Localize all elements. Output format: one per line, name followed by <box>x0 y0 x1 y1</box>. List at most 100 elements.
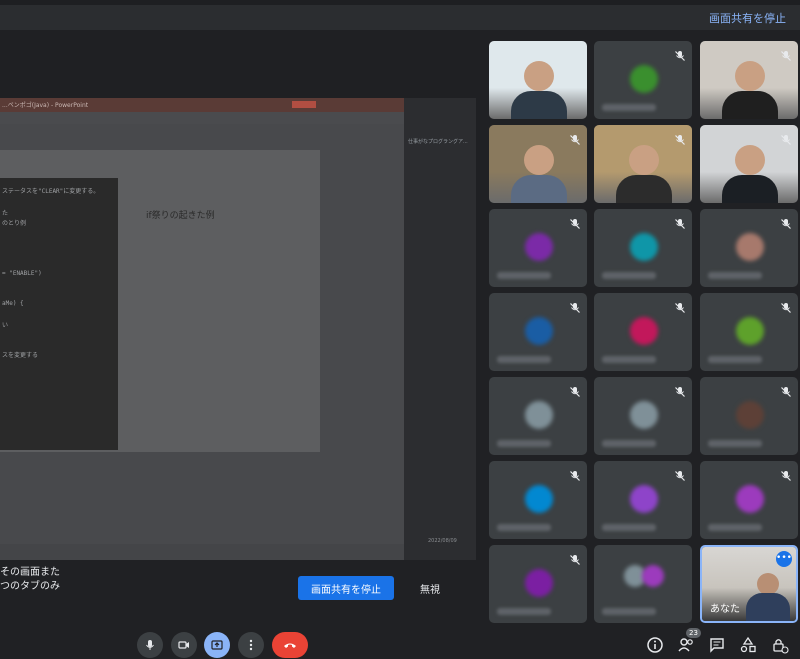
participant-name-blurred <box>602 356 656 363</box>
participant-tile[interactable]: あなた ••• <box>700 545 798 623</box>
stop-sharing-link[interactable]: 画面共有を停止 <box>709 10 786 26</box>
participant-tile[interactable] <box>489 209 587 287</box>
shared-powerpoint-window: ...ペンポゴ(Java) - PowerPoint ステータスを"CLEAR"… <box>0 98 404 560</box>
mic-off-icon <box>569 551 581 565</box>
participant-name-blurred <box>497 440 551 447</box>
camera-icon <box>178 641 189 649</box>
participant-head <box>735 145 765 175</box>
participant-avatar <box>525 569 553 597</box>
more-vert-icon <box>249 639 253 651</box>
participant-avatar <box>630 233 658 261</box>
more-horiz-icon[interactable]: ••• <box>776 551 792 567</box>
participant-tile[interactable] <box>700 377 798 455</box>
participant-tile[interactable] <box>594 377 692 455</box>
participant-tile[interactable] <box>594 125 692 203</box>
participant-name-blurred <box>497 608 551 615</box>
mic-off-icon <box>780 299 792 313</box>
present-screen-icon <box>211 640 223 650</box>
participant-avatar <box>525 233 553 261</box>
participant-name-blurred <box>602 104 656 111</box>
mic-off-icon <box>674 299 686 313</box>
participant-name-blurred <box>708 440 762 447</box>
participant-tile[interactable] <box>700 125 798 203</box>
mic-off-icon <box>674 47 686 61</box>
participant-name-blurred <box>708 272 762 279</box>
ppt-window-title: ...ペンポゴ(Java) - PowerPoint <box>2 102 89 109</box>
mic-icon <box>146 640 154 650</box>
share-notice-line: その画面また <box>0 567 60 578</box>
self-body <box>746 593 790 621</box>
participant-tile[interactable] <box>489 461 587 539</box>
share-notice-text: その画面また つのタブのみ <box>0 566 120 594</box>
mic-button[interactable] <box>137 632 163 658</box>
end-call-button[interactable] <box>272 632 308 658</box>
participant-avatar <box>630 401 658 429</box>
mic-off-icon <box>674 215 686 229</box>
mic-off-icon <box>780 467 792 481</box>
participant-tile[interactable] <box>489 377 587 455</box>
participant-avatar <box>630 485 658 513</box>
participant-head <box>735 61 765 91</box>
code-line: ステータスを"CLEAR"に変更する。 <box>2 188 100 195</box>
participant-name-blurred <box>497 272 551 279</box>
participant-tile[interactable] <box>700 209 798 287</box>
participant-name-blurred <box>602 272 656 279</box>
activities-icon[interactable] <box>739 636 757 654</box>
participant-tile[interactable] <box>700 41 798 119</box>
participant-count-badge: 23 <box>686 628 701 638</box>
ignore-button[interactable]: 無視 <box>410 576 450 600</box>
participant-name-blurred <box>708 356 762 363</box>
participant-body <box>722 175 778 203</box>
participant-avatar <box>642 565 664 587</box>
mic-off-icon <box>569 215 581 229</box>
participant-tile[interactable] <box>489 545 587 623</box>
host-controls-icon[interactable] <box>771 636 789 654</box>
mic-off-icon <box>780 383 792 397</box>
self-label: あなた <box>710 604 740 615</box>
participant-tile[interactable] <box>594 41 692 119</box>
chat-icon[interactable] <box>708 636 726 654</box>
people-icon[interactable] <box>677 636 695 654</box>
participant-avatar <box>736 401 764 429</box>
ppt-statusbar <box>0 544 404 560</box>
participant-tile[interactable] <box>700 461 798 539</box>
taskbar-date: 2022/08/09 <box>428 538 457 544</box>
participant-tile[interactable] <box>594 545 692 623</box>
mic-off-icon <box>674 467 686 481</box>
participant-name-blurred <box>602 608 656 615</box>
participant-tile[interactable] <box>489 41 587 119</box>
mic-off-icon <box>569 467 581 481</box>
slide-title: if祭りの起きた例 <box>146 211 215 221</box>
code-line: のとり例 <box>2 220 27 227</box>
share-notice-line: つのタブのみ <box>0 581 60 592</box>
camera-button[interactable] <box>171 632 197 658</box>
present-screen-button[interactable] <box>204 632 230 658</box>
participant-avatar <box>525 485 553 513</box>
participant-body <box>511 175 567 203</box>
participant-avatar <box>525 401 553 429</box>
mic-off-icon <box>780 131 792 145</box>
code-line: aMe) { <box>2 300 24 307</box>
top-strip <box>0 0 800 5</box>
participant-tile[interactable] <box>594 461 692 539</box>
code-line: = "ENABLE") <box>2 270 42 277</box>
participant-avatar <box>736 233 764 261</box>
more-options-button[interactable] <box>238 632 264 658</box>
mic-off-icon <box>569 299 581 313</box>
participant-tile[interactable] <box>594 209 692 287</box>
taskbar-strip: 仕事がなプログラングア... 2022/08/09 <box>404 98 476 560</box>
participant-tile[interactable] <box>594 293 692 371</box>
info-icon[interactable] <box>646 636 664 654</box>
mic-off-icon <box>780 47 792 61</box>
participant-name-blurred <box>497 524 551 531</box>
participant-tile[interactable] <box>700 293 798 371</box>
code-line: スを変更する <box>2 352 39 359</box>
participant-tile[interactable] <box>489 125 587 203</box>
participant-head <box>629 145 659 175</box>
participant-name-blurred <box>602 524 656 531</box>
participant-avatar <box>736 317 764 345</box>
participant-avatar <box>630 65 658 93</box>
stop-sharing-button[interactable]: 画面共有を停止 <box>298 576 394 600</box>
participant-tile[interactable] <box>489 293 587 371</box>
participant-avatar <box>630 317 658 345</box>
